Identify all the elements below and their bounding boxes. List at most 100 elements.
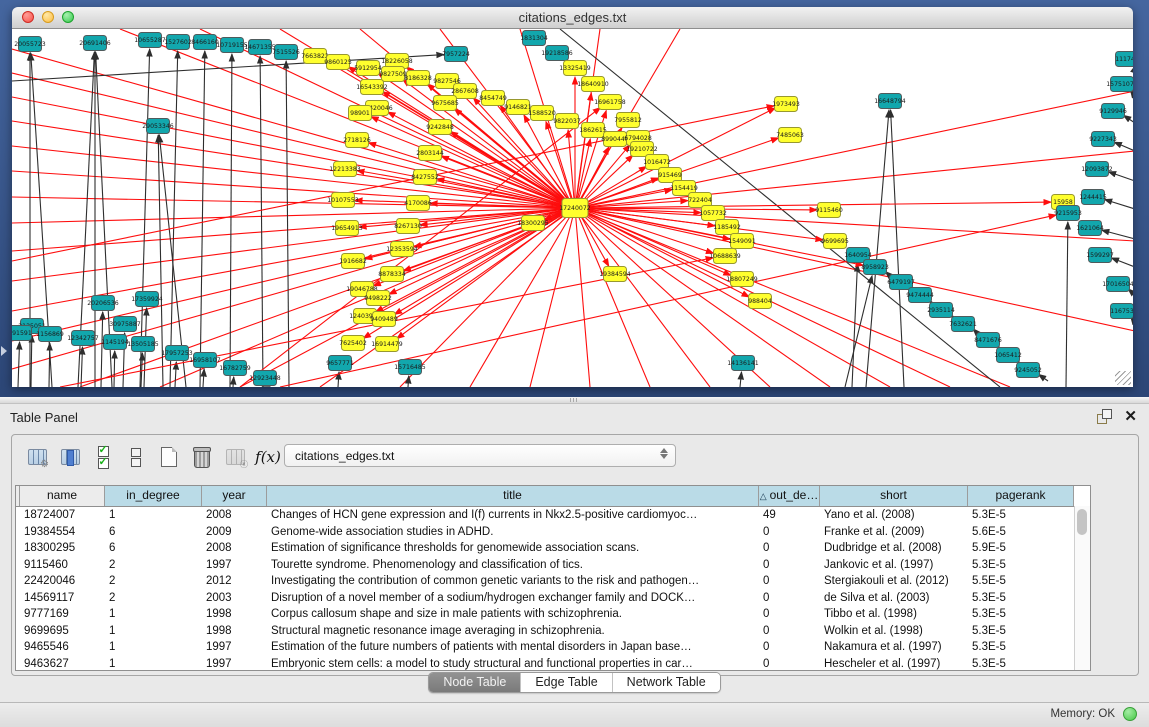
graph-node[interactable]: 12342757: [67, 331, 99, 346]
tab-node-table[interactable]: Node Table: [429, 673, 520, 692]
citation-edge[interactable]: [233, 377, 234, 387]
cell-year[interactable]: 2003: [202, 590, 267, 607]
column-header-short[interactable]: short: [820, 486, 968, 506]
citation-edge[interactable]: [1111, 258, 1133, 267]
cell-name[interactable]: 9115460: [20, 557, 105, 574]
graph-node[interactable]: 12353594: [386, 242, 418, 257]
citation-edge[interactable]: [1102, 230, 1133, 239]
window-resize-grip[interactable]: [1115, 371, 1131, 385]
cell-title[interactable]: Corpus callosum shape and size in male p…: [267, 606, 759, 623]
graph-node[interactable]: 8427552: [411, 170, 439, 185]
graph-node[interactable]: 1156869: [36, 327, 64, 342]
citation-edge[interactable]: [114, 351, 115, 387]
graph-node[interactable]: 7515526: [272, 45, 300, 60]
cell-out_de[interactable]: 0: [759, 639, 820, 656]
cell-out_de[interactable]: 0: [759, 557, 820, 574]
table-row[interactable]: 1456911722003Disruption of a novel membe…: [16, 590, 1090, 607]
graph-node[interactable]: 17359924: [131, 292, 163, 307]
graph-node[interactable]: 14136141: [727, 356, 759, 371]
graph-node[interactable]: 9245052: [1014, 363, 1042, 378]
citation-edge[interactable]: [81, 347, 83, 387]
cell-title[interactable]: Changes of HCN gene expression and I(f) …: [267, 507, 759, 524]
cell-out_de[interactable]: 0: [759, 540, 820, 557]
graph-node[interactable]: 9498222: [364, 291, 392, 306]
graph-node[interactable]: 1065412: [994, 348, 1022, 363]
table-row[interactable]: 911546021997Tourette syndrome. Phenomeno…: [16, 557, 1090, 574]
cell-year[interactable]: 1997: [202, 656, 267, 673]
graph-node[interactable]: 9129946: [1099, 104, 1127, 119]
graph-node[interactable]: 1599297: [1086, 248, 1114, 263]
graph-node[interactable]: 19654913: [331, 221, 363, 236]
graph-node[interactable]: 8454749: [479, 91, 507, 106]
graph-node[interactable]: 1588520: [528, 106, 556, 121]
column-header-in_degree[interactable]: in_degree: [105, 486, 202, 506]
citation-edge[interactable]: [203, 369, 204, 387]
tab-edge-table[interactable]: Edge Table: [520, 673, 611, 692]
cell-short[interactable]: Tibbo et al. (1998): [820, 606, 968, 623]
cell-title[interactable]: Investigating the contribution of common…: [267, 573, 759, 590]
cell-short[interactable]: Wolkin et al. (1998): [820, 623, 968, 640]
graph-node[interactable]: 16914479: [371, 337, 403, 352]
citation-network-graph[interactable]: 2005572320691406106552871527602846616010…: [12, 29, 1133, 387]
graph-node[interactable]: 8267130: [394, 219, 422, 234]
row-selection-icon[interactable]: [92, 446, 114, 468]
graph-node[interactable]: 30975887: [109, 317, 141, 332]
cell-name[interactable]: 9465546: [20, 639, 105, 656]
cell-in_degree[interactable]: 1: [105, 606, 202, 623]
cell-in_degree[interactable]: 1: [105, 507, 202, 524]
cell-in_degree[interactable]: 1: [105, 623, 202, 640]
citation-edge[interactable]: [575, 208, 710, 387]
cell-year[interactable]: 2009: [202, 524, 267, 541]
graph-node[interactable]: 2718126: [343, 133, 371, 148]
cell-name[interactable]: 18724007: [20, 507, 105, 524]
graph-node[interactable]: 1244415: [1079, 190, 1107, 205]
graph-node[interactable]: 4170086: [404, 196, 432, 211]
graph-node[interactable]: 9675685: [431, 96, 459, 111]
cell-year[interactable]: 1998: [202, 606, 267, 623]
graph-node[interactable]: 9827509: [379, 67, 407, 82]
cell-in_degree[interactable]: 6: [105, 540, 202, 557]
graph-node[interactable]: 10688639: [709, 249, 741, 264]
citation-edge[interactable]: [845, 276, 872, 387]
tab-network-table[interactable]: Network Table: [612, 673, 720, 692]
graph-node[interactable]: 15716485: [394, 360, 426, 375]
column-header-year[interactable]: year: [202, 486, 267, 506]
citation-edge[interactable]: [891, 110, 904, 387]
table-row[interactable]: 1830029562008Estimation of significance …: [16, 540, 1090, 557]
citation-edge[interactable]: [584, 178, 658, 205]
cell-name[interactable]: 9699695: [20, 623, 105, 640]
citation-edge[interactable]: [575, 208, 590, 387]
graph-node[interactable]: 7485063: [776, 128, 804, 143]
cell-year[interactable]: 1998: [202, 623, 267, 640]
column-header-title[interactable]: title: [267, 486, 759, 506]
graph-node[interactable]: 1185492: [713, 220, 741, 235]
citation-edge[interactable]: [12, 106, 774, 261]
table-row[interactable]: 946554611997Estimation of the future num…: [16, 639, 1090, 656]
column-header-out_de[interactable]: △out_de…: [759, 486, 820, 506]
function-builder-icon[interactable]: f(x): [257, 446, 279, 468]
cell-year[interactable]: 1997: [202, 639, 267, 656]
cell-in_degree[interactable]: 2: [105, 557, 202, 574]
graph-node[interactable]: 8958923: [861, 260, 889, 275]
cell-year[interactable]: 2008: [202, 540, 267, 557]
cell-title[interactable]: Structural magnetic resonance image aver…: [267, 623, 759, 640]
graph-node[interactable]: 988404: [748, 294, 772, 309]
table-row[interactable]: 1872400712008Changes of HCN gene express…: [16, 507, 1090, 524]
graph-node[interactable]: 18300295: [517, 216, 549, 231]
cell-in_degree[interactable]: 1: [105, 639, 202, 656]
graph-node[interactable]: 12923448: [249, 371, 281, 386]
graph-node[interactable]: 19384594: [599, 267, 631, 282]
cell-short[interactable]: de Silva et al. (2003): [820, 590, 968, 607]
table-scrollbar-thumb[interactable]: [1077, 509, 1087, 535]
cell-in_degree[interactable]: 1: [105, 656, 202, 673]
citation-edge[interactable]: [200, 51, 205, 387]
cell-name[interactable]: 14569117: [20, 590, 105, 607]
graph-node[interactable]: 116753: [1110, 304, 1133, 319]
citation-edge[interactable]: [175, 362, 176, 387]
graph-node[interactable]: 13505185: [127, 337, 159, 352]
graph-node[interactable]: 17957253: [161, 346, 193, 361]
merge-tables-icon[interactable]: [125, 446, 147, 468]
graph-node[interactable]: 7632621: [949, 317, 977, 332]
cell-title[interactable]: Genome-wide association studies in ADHD.: [267, 524, 759, 541]
graph-node[interactable]: 5912954: [354, 61, 382, 76]
